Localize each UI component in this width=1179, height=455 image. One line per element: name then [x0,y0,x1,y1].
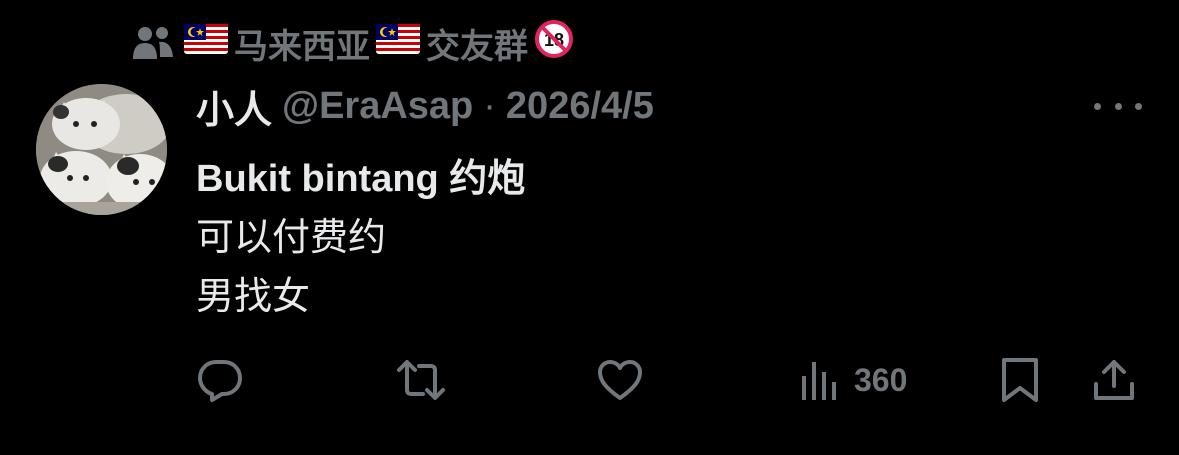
action-bar: 360 [0,350,1179,410]
views-count: 360 [854,361,908,398]
malaysia-flag-icon [376,23,420,63]
tweet-text: Bukit bintang 约炮 可以付费约 男找女 [196,150,525,327]
like-icon [598,360,642,400]
bookmark-button[interactable] [1000,350,1040,410]
no-under-18-icon: 18 [534,19,574,68]
views-icon [802,362,836,400]
tweet-header: 小人 @EraAsap · 2026/4/5 [196,80,654,132]
views-button[interactable]: 360 [800,350,907,410]
tweet-text-line: 男找女 [196,276,311,318]
author-handle[interactable]: @EraAsap [282,85,473,128]
author-display-name[interactable]: 小人 [196,79,272,134]
separator-dot: · [483,84,496,127]
cat-mochi-avatar-icon [36,84,167,215]
repost-button[interactable] [395,350,447,410]
community-name[interactable]: 马来西亚 交友群 18 [184,19,574,68]
community-name-part2: 交友群 [426,27,528,66]
reply-button[interactable] [196,350,244,410]
community-name-part1: 马来西亚 [234,27,370,66]
malaysia-flag-icon [184,23,228,63]
tweet-date[interactable]: 2026/4/5 [506,85,654,128]
more-options-icon[interactable] [1094,92,1142,120]
share-icon [1094,360,1134,400]
share-button[interactable] [1092,350,1136,410]
tweet-text-line: Bukit bintang 约炮 [196,158,526,200]
repost-icon [397,360,445,400]
people-icon [132,25,174,61]
social-context[interactable]: 马来西亚 交友群 18 [132,18,574,68]
tweet-text-line: 可以付费约 [196,217,387,259]
reply-icon [198,360,242,402]
bookmark-icon [1002,358,1038,402]
like-button[interactable] [596,350,644,410]
avatar[interactable] [36,84,167,215]
